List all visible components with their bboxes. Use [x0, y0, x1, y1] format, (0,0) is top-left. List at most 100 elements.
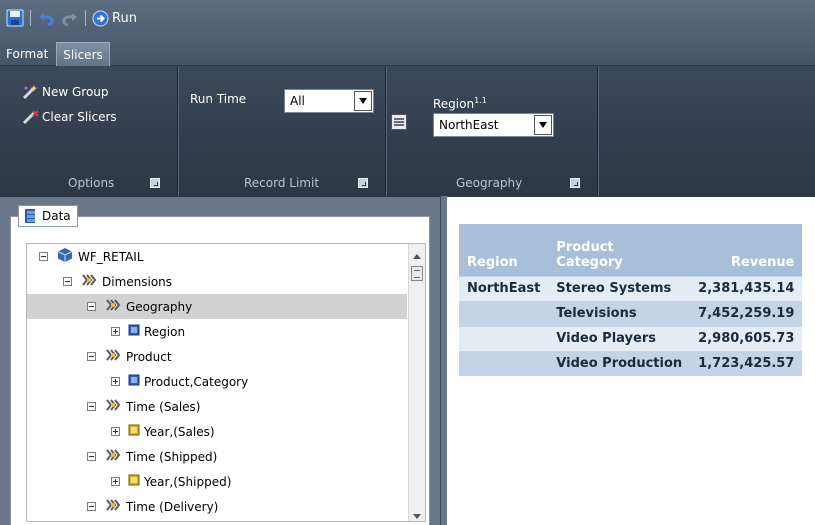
hierarchy-yellow-icon — [128, 424, 140, 439]
tree-item-label: Geography — [126, 299, 193, 314]
run-time-select[interactable]: All — [284, 89, 374, 113]
toolbar-separator — [85, 10, 86, 26]
chevron-down-icon[interactable] — [534, 115, 552, 135]
region-cell — [459, 350, 549, 376]
options-group: New Group Clear Slicers Options — [0, 66, 178, 196]
list-icon[interactable] — [391, 114, 407, 130]
region-slicer-select[interactable]: NorthEast — [433, 113, 554, 137]
tree-item-label: Time (Delivery) — [126, 499, 219, 514]
data-panel: Data WF_RETAIL Dimensions Geography Region P… — [0, 196, 440, 525]
options-group-label: Options — [68, 176, 115, 190]
tab-slicers[interactable]: Slicers — [56, 42, 110, 66]
table-row: Televisions 7,452,259.19 — [459, 300, 803, 326]
tree-item[interactable]: Product,Category — [27, 369, 407, 394]
tree-item[interactable]: Dimensions — [27, 269, 407, 294]
expand-icon[interactable] — [111, 377, 120, 386]
tab-format[interactable]: Format — [0, 42, 54, 66]
collapse-icon[interactable] — [63, 277, 72, 286]
revenue-cell: 7,452,259.19 — [690, 300, 803, 326]
tree-item[interactable]: Product — [27, 344, 407, 369]
new-group-label: New Group — [42, 85, 109, 99]
tree-item-label: Time (Sales) — [126, 399, 201, 414]
tree-item[interactable]: Region — [27, 319, 407, 344]
panel-splitter[interactable] — [440, 196, 447, 525]
tree-item-label: Time (Shipped) — [126, 449, 218, 464]
region-cell: NorthEast — [459, 275, 549, 301]
expand-icon[interactable] — [111, 427, 120, 436]
scroll-thumb[interactable] — [411, 266, 423, 281]
expand-icon[interactable] — [111, 477, 120, 486]
options-launcher-icon[interactable] — [150, 178, 160, 188]
category-cell: Video Production — [548, 350, 691, 376]
collapse-icon[interactable] — [87, 452, 96, 461]
data-tree: WF_RETAIL Dimensions Geography Region Produc… — [26, 243, 426, 522]
title-toolbar: Run Format Slicers — [0, 0, 815, 66]
new-group-button[interactable]: New Group — [22, 84, 109, 100]
empty-group — [598, 66, 815, 196]
record-limit-group-label: Record Limit — [244, 176, 320, 190]
save-icon[interactable] — [6, 7, 24, 29]
run-button[interactable]: Run — [92, 7, 137, 29]
collapse-icon[interactable] — [87, 402, 96, 411]
tree-scrollbar[interactable] — [408, 244, 425, 521]
chevron-down-icon[interactable] — [354, 91, 372, 111]
tree-item-label: Year,(Sales) — [144, 424, 215, 439]
dimension-icon — [104, 447, 122, 466]
revenue-cell: 2,381,435.14 — [690, 275, 803, 301]
clear-slicers-label: Clear Slicers — [42, 110, 117, 124]
ribbon: New Group Clear Slicers Options Run Time… — [0, 66, 815, 196]
geography-launcher-icon[interactable] — [570, 178, 580, 188]
tree-item[interactable]: Time (Sales) — [27, 394, 407, 419]
tree-item[interactable]: Year,(Sales) — [27, 419, 407, 444]
revenue-cell: 1,723,425.57 — [690, 350, 803, 376]
tree-item-label: WF_RETAIL — [78, 249, 144, 264]
clear-wand-icon — [22, 110, 39, 125]
tree-item[interactable]: Time (Shipped) — [27, 444, 407, 469]
ribbon-tabs: Format Slicers — [0, 38, 110, 66]
geography-group: Region1.1 NorthEast Geography — [386, 66, 598, 196]
collapse-icon[interactable] — [87, 502, 96, 511]
record-limit-launcher-icon[interactable] — [358, 178, 368, 188]
run-icon — [92, 10, 109, 26]
undo-icon[interactable] — [37, 7, 55, 29]
scroll-up-icon[interactable] — [413, 254, 421, 259]
clear-slicers-button[interactable]: Clear Slicers — [22, 109, 117, 125]
quick-access-toolbar: Run — [6, 4, 137, 32]
tree-item[interactable]: WF_RETAIL — [27, 244, 407, 269]
category-cell: Stereo Systems — [548, 275, 691, 301]
region-cell — [459, 325, 549, 351]
tree-item[interactable]: Geography — [27, 294, 407, 319]
scroll-down-icon[interactable] — [413, 514, 421, 519]
revenue-cell: 2,980,605.73 — [690, 325, 803, 351]
data-panel-title-label: Data — [42, 209, 71, 223]
revenue-column-header: Revenue — [730, 254, 795, 270]
expand-icon[interactable] — [111, 327, 120, 336]
collapse-icon[interactable] — [39, 252, 48, 261]
tree-item-label: Product — [126, 349, 172, 364]
tree-item-label: Product,Category — [144, 374, 249, 389]
dimension-icon — [80, 272, 98, 291]
category-cell: Video Players — [548, 325, 691, 351]
redo-icon[interactable] — [61, 7, 79, 29]
dimension-icon — [104, 397, 122, 416]
record-limit-group: Run Time All Record Limit — [178, 66, 386, 196]
region-slicer-value: NorthEast — [439, 118, 499, 132]
collapse-icon[interactable] — [87, 352, 96, 361]
geography-group-label: Geography — [456, 176, 523, 190]
collapse-icon[interactable] — [87, 302, 96, 311]
dimension-icon — [104, 497, 122, 516]
cube-icon — [56, 247, 74, 266]
table-row: Video Production 1,723,425.57 — [459, 350, 803, 376]
report-table: Region Product Category Revenue NorthEast… — [459, 224, 803, 376]
report-pane: Region Product Category Revenue NorthEast… — [447, 196, 815, 525]
tree-item[interactable]: Time (Delivery) — [27, 494, 407, 519]
tree-item-label: Dimensions — [102, 274, 173, 289]
tree-item-label: Year,(Shipped) — [144, 474, 232, 489]
table-row: NorthEast Stereo Systems 2,381,435.14 — [459, 275, 803, 301]
product-category-column-header: Product Category — [556, 239, 623, 270]
dimension-icon — [104, 297, 122, 316]
hierarchy-blue-icon — [128, 324, 140, 339]
run-time-label: Run Time — [190, 92, 247, 106]
tree-item-label: Region — [144, 324, 186, 339]
tree-item[interactable]: Year,(Shipped) — [27, 469, 407, 494]
